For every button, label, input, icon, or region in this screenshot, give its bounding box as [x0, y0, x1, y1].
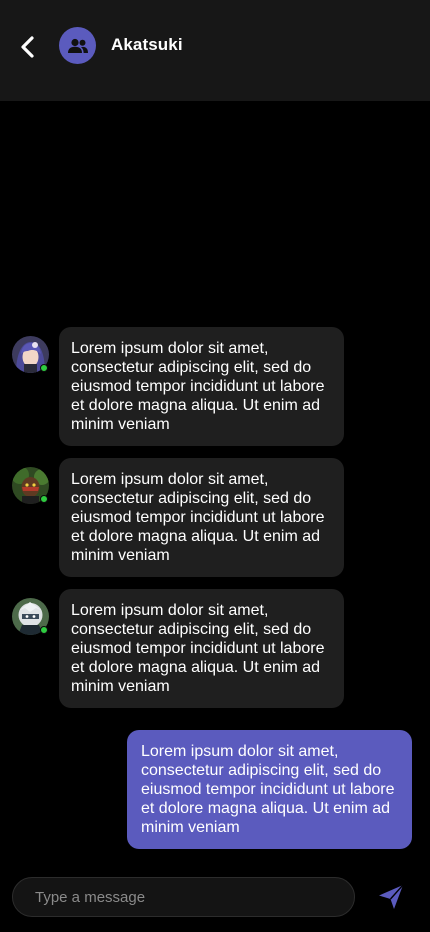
message-composer — [12, 877, 355, 917]
back-button[interactable] — [14, 33, 42, 61]
sent-message-bubble[interactable]: Lorem ipsum dolor sit amet, consectetur … — [127, 730, 412, 849]
message-row-outgoing: Lorem ipsum dolor sit amet, consectetur … — [0, 730, 430, 849]
message-input[interactable] — [35, 888, 332, 906]
chevron-left-icon — [21, 36, 34, 58]
online-status-dot — [40, 495, 48, 503]
chat-header: Akatsuki — [0, 0, 430, 101]
online-status-dot — [40, 364, 48, 372]
send-paper-plane-icon — [379, 884, 404, 909]
avatar[interactable] — [12, 336, 49, 373]
avatar[interactable] — [12, 598, 49, 635]
chat-title[interactable]: Akatsuki — [111, 35, 183, 55]
message-bubble[interactable]: Lorem ipsum dolor sit amet, consectetur … — [59, 589, 344, 708]
message-row: Lorem ipsum dolor sit amet, consectetur … — [0, 327, 430, 446]
message-bubble[interactable]: Lorem ipsum dolor sit amet, consectetur … — [59, 458, 344, 577]
group-users-icon — [67, 38, 88, 53]
group-avatar[interactable] — [59, 27, 96, 64]
send-button[interactable] — [373, 880, 409, 914]
online-status-dot — [40, 626, 48, 634]
avatar[interactable] — [12, 467, 49, 504]
message-row: Lorem ipsum dolor sit amet, consectetur … — [0, 458, 430, 577]
message-row: Lorem ipsum dolor sit amet, consectetur … — [0, 589, 430, 708]
message-bubble[interactable]: Lorem ipsum dolor sit amet, consectetur … — [59, 327, 344, 446]
